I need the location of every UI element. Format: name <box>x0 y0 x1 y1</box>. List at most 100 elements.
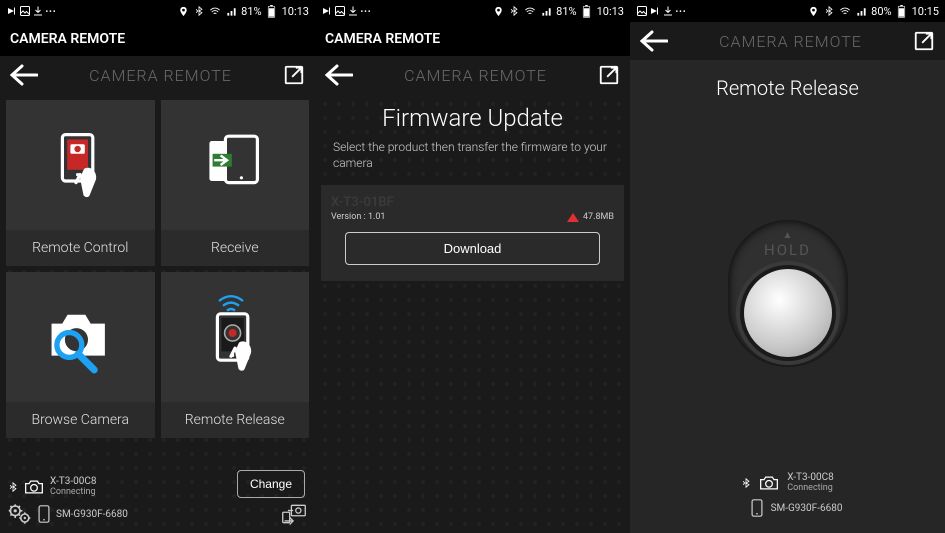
camera-name-block: X-T3-00C8 Connecting <box>50 476 97 497</box>
download-icon <box>347 5 359 17</box>
bluetooth-icon <box>823 5 835 17</box>
footer-status: Change X-T3-00C8 Connecting <box>0 470 315 533</box>
location-icon <box>807 5 819 17</box>
firmware-panel: X-T3-01BF Version : 1.01 47.8MB Download <box>321 185 624 281</box>
app-title: CAMERA REMOTE <box>10 31 125 47</box>
phone-row: SM-G930F-6680 <box>644 499 931 517</box>
nav-bar: CAMERA REMOTE <box>630 22 945 60</box>
content-area: Remote Control Receive <box>0 94 315 533</box>
wifi-icon <box>209 5 221 17</box>
back-arrow-icon[interactable] <box>640 30 668 52</box>
app-title: CAMERA REMOTE <box>325 31 440 47</box>
phone-name: SM-G930F-6680 <box>771 503 843 514</box>
hold-track[interactable]: ▲ HOLD <box>728 220 848 367</box>
filesize-block: 47.8MB <box>567 212 614 222</box>
content-area: Remote Release ▲ HOLD X-T3-00C8 Connecti… <box>630 60 945 533</box>
bluetooth-icon <box>508 5 520 17</box>
location-icon <box>492 5 504 17</box>
up-triangle-icon <box>567 213 579 222</box>
back-arrow-icon[interactable] <box>10 64 38 86</box>
location-icon <box>177 5 189 17</box>
tile-receive[interactable]: Receive <box>161 100 310 266</box>
app-title-bar: CAMERA REMOTE <box>0 22 315 56</box>
nav-title: CAMERA REMOTE <box>89 66 232 85</box>
back-arrow-icon[interactable] <box>325 64 353 86</box>
status-left-icons: ••• <box>636 5 687 17</box>
tile-label: Remote Release <box>161 402 310 438</box>
bluetooth-icon <box>193 5 205 17</box>
battery-icon <box>581 5 593 17</box>
remote-control-icon <box>6 100 155 230</box>
page-subtitle: Select the product then transfer the fir… <box>315 136 630 185</box>
tile-remote-release[interactable]: Remote Release <box>161 272 310 438</box>
open-external-icon[interactable] <box>913 30 935 52</box>
camera-row: X-T3-00C8 Connecting <box>644 472 931 493</box>
download-icon <box>662 5 674 17</box>
version-row: Version : 1.01 47.8MB <box>331 212 614 222</box>
remote-release-icon <box>161 272 310 402</box>
camera-status: Connecting <box>50 487 97 497</box>
cast-icon <box>649 5 661 17</box>
phone-small-icon <box>38 505 50 523</box>
bt-small-icon <box>8 480 18 494</box>
tile-label: Remote Control <box>6 230 155 266</box>
signal-icon <box>855 5 867 17</box>
status-left-icons: ••• <box>321 5 372 17</box>
signal-icon <box>225 5 237 17</box>
statusbar: ••• 81% 10:13 <box>0 0 315 22</box>
bt-small-icon <box>741 476 751 490</box>
more-icon: ••• <box>45 5 57 17</box>
firmware-header: Firmware Update <box>315 94 630 136</box>
camera-name: X-T3-00C8 <box>50 476 97 487</box>
status-left-icons: ••• <box>6 5 57 17</box>
shutter-button[interactable] <box>740 265 836 361</box>
nav-title: CAMERA REMOTE <box>719 32 862 51</box>
tile-remote-control[interactable]: Remote Control <box>6 100 155 266</box>
download-button[interactable]: Download <box>345 232 600 265</box>
open-external-icon[interactable] <box>283 64 305 86</box>
page-title: Remote Release <box>630 60 945 104</box>
clock-text: 10:13 <box>282 5 309 18</box>
clock-text: 10:13 <box>597 5 624 18</box>
up-arrow-icon: ▲ <box>783 230 793 241</box>
tile-browse-camera[interactable]: Browse Camera <box>6 272 155 438</box>
camera-status: Connecting <box>787 483 834 493</box>
app-title-bar: CAMERA REMOTE <box>315 22 630 56</box>
download-icon <box>32 5 44 17</box>
battery-percent: 81% <box>556 5 576 18</box>
camera-name-block: X-T3-00C8 Connecting <box>787 472 834 493</box>
nav-bar: CAMERA REMOTE <box>0 56 315 94</box>
phone-screen-3: ••• 80% 10:15 CAMERA REMOTE Remote Relea… <box>630 0 945 533</box>
clock-text: 10:15 <box>912 5 939 18</box>
camera-name: X-T3-00C8 <box>787 472 834 483</box>
phone-name: SM-G930F-6680 <box>56 509 128 520</box>
tile-label: Receive <box>161 230 310 266</box>
more-icon: ••• <box>360 5 372 17</box>
camera-small-icon <box>24 479 44 495</box>
more-icon: ••• <box>675 5 687 17</box>
change-button[interactable]: Change <box>237 470 305 498</box>
content-area: Firmware Update Select the product then … <box>315 94 630 533</box>
open-external-icon[interactable] <box>598 64 620 86</box>
shutter-area: ▲ HOLD <box>723 220 853 367</box>
camera-small-icon <box>759 475 779 491</box>
status-right: 81% 10:13 <box>492 5 624 18</box>
battery-icon <box>896 5 908 17</box>
cast-icon <box>321 5 333 17</box>
nav-title: CAMERA REMOTE <box>404 66 547 85</box>
tile-grid: Remote Control Receive <box>0 94 315 444</box>
browse-camera-icon <box>6 272 155 402</box>
phone-screen-1: ••• 81% 10:13 CAMERA REMOTE <box>0 0 315 533</box>
wifi-icon <box>524 5 536 17</box>
hold-label: HOLD <box>764 241 811 259</box>
battery-percent: 81% <box>241 5 261 18</box>
image-icon <box>334 5 346 17</box>
filesize-text: 47.8MB <box>583 212 614 222</box>
gears-icon[interactable] <box>8 503 32 525</box>
signal-icon <box>540 5 552 17</box>
status-right: 81% 10:13 <box>177 5 309 18</box>
footer-bottom-row: SM-G930F-6680 <box>8 503 307 525</box>
product-name: X-T3-01BF <box>331 195 614 210</box>
transfer-icon[interactable] <box>281 503 307 525</box>
statusbar: ••• 80% 10:15 <box>630 0 945 22</box>
